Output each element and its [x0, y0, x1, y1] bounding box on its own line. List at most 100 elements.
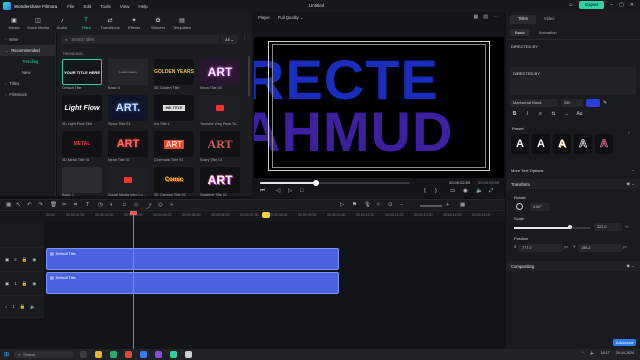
chrome-icon[interactable]: [125, 351, 132, 358]
image-icon[interactable]: ▨: [483, 14, 488, 20]
redo-icon[interactable]: ↷: [38, 202, 43, 208]
grid-view-icon[interactable]: ▦: [460, 202, 465, 208]
tab-video-inspector[interactable]: Video: [536, 15, 563, 24]
crop-icon[interactable]: ⌗: [74, 202, 77, 209]
font-family-dropdown[interactable]: Montserrat Black: [510, 98, 558, 107]
asset-tile[interactable]: METAL: [62, 131, 102, 157]
stop-icon[interactable]: □: [300, 188, 303, 194]
more-options-icon[interactable]: ⋮: [242, 35, 247, 41]
tab-transitions[interactable]: ⇄ Transitions: [98, 17, 122, 32]
clock[interactable]: 18:17: [601, 351, 610, 355]
more-tools-icon[interactable]: »: [170, 202, 173, 208]
scale-input[interactable]: 222.0: [594, 223, 622, 231]
volume-icon[interactable]: 🔈: [476, 188, 483, 194]
playhead-handle[interactable]: [130, 211, 137, 215]
preset-shadow[interactable]: A: [553, 134, 571, 154]
category-filmstock[interactable]: › Filmstock: [0, 89, 55, 100]
search-input[interactable]: ⌕ Search titles: [61, 35, 219, 44]
audio-tool-icon[interactable]: ♫: [122, 202, 126, 208]
scrollbar[interactable]: [248, 56, 250, 96]
italic-icon[interactable]: I: [523, 110, 532, 118]
close-icon[interactable]: ✕: [630, 2, 634, 8]
asset-tile[interactable]: ART: [200, 167, 240, 193]
asset-tile[interactable]: YOUR TITLE HERE: [62, 59, 102, 85]
rotate-dial-icon[interactable]: [516, 203, 523, 210]
file-explorer-icon[interactable]: [95, 351, 102, 358]
tab-stickers[interactable]: ✿ Stickers: [146, 17, 170, 32]
tab-audio[interactable]: ♪ Audio: [50, 17, 74, 32]
export-button[interactable]: Export: [579, 1, 605, 9]
advanced-button[interactable]: Advanced: [613, 339, 636, 346]
asset-tile[interactable]: INK TITLE: [154, 95, 194, 121]
marker-icon[interactable]: ⚑: [352, 202, 357, 208]
color-icon[interactable]: ◐: [110, 202, 113, 208]
text-tool-icon[interactable]: T: [86, 202, 89, 208]
display-icon[interactable]: ▭: [450, 188, 455, 194]
ai-icon[interactable]: ✧: [376, 202, 381, 208]
playhead[interactable]: [133, 211, 134, 349]
asset-tile[interactable]: ART: [108, 131, 148, 157]
asset-tile[interactable]: Light Flow: [62, 95, 102, 121]
lock-icon[interactable]: 🔒: [22, 257, 28, 263]
spacing-icon[interactable]: ↔: [562, 110, 571, 118]
render-icon[interactable]: ▷: [340, 202, 344, 208]
filter-dropdown[interactable]: All ⌄: [221, 35, 238, 44]
zoom-in-icon[interactable]: +: [446, 202, 449, 208]
quality-dropdown[interactable]: Full Quality ⌄: [278, 15, 304, 20]
mask-icon[interactable]: ◎: [158, 202, 163, 208]
subtab-basic[interactable]: Basic: [510, 29, 530, 36]
text-direction-icon[interactable]: ⇅: [549, 110, 558, 118]
lock-icon[interactable]: 🔒: [20, 304, 26, 310]
delete-icon[interactable]: 🗑: [50, 202, 57, 208]
font-size-dropdown[interactable]: 250: [561, 98, 583, 107]
asset-tile[interactable]: [62, 167, 102, 193]
menu-help[interactable]: Help: [138, 4, 147, 9]
scale-slider[interactable]: [514, 227, 590, 229]
minimize-icon[interactable]: –: [610, 2, 613, 8]
tab-templates[interactable]: ▤ Templates: [170, 17, 194, 32]
asset-tile[interactable]: [108, 167, 148, 193]
speaker-icon[interactable]: 🔈: [30, 304, 36, 310]
category-titles[interactable]: › Titles: [0, 78, 55, 89]
snap-icon[interactable]: ⊙: [388, 202, 393, 208]
taskbar-search[interactable]: ⌕ Search: [14, 351, 75, 358]
preset-stroke[interactable]: A: [574, 134, 592, 154]
rotate-input[interactable]: 0.00°: [530, 203, 550, 211]
preset-outline[interactable]: A: [532, 134, 550, 154]
asset-tile[interactable]: ART.: [108, 95, 148, 121]
menu-file[interactable]: File: [67, 4, 74, 9]
app-icon[interactable]: [185, 351, 192, 358]
split-icon[interactable]: ✂: [62, 202, 67, 208]
voiceover-icon[interactable]: 🎙: [364, 202, 371, 208]
more-text-options[interactable]: More Text Options: [511, 168, 543, 173]
snapshot-icon[interactable]: ◉: [463, 188, 468, 194]
date[interactable]: 29-04-2024: [616, 351, 634, 355]
playback-progress[interactable]: [260, 182, 410, 184]
menu-tools[interactable]: Tools: [100, 4, 111, 9]
select-tool-icon[interactable]: ↖: [16, 202, 21, 208]
keyframe-icon[interactable]: ◇: [134, 202, 138, 208]
tab-effects[interactable]: ✦ Effects: [122, 17, 146, 32]
tab-titles[interactable]: T Titles: [74, 17, 98, 32]
filmora-taskbar-icon[interactable]: [170, 351, 177, 358]
asset-tile[interactable]: ART: [154, 131, 194, 157]
timeline-ruler[interactable]: 00:00 00:00:01:00 00:00:02:00 00:00:03:0…: [0, 211, 505, 221]
asset-tile[interactable]: ART: [200, 131, 240, 157]
step-back-icon[interactable]: ◁: [276, 188, 280, 194]
chevron-down-icon[interactable]: ⌄: [631, 167, 635, 173]
prev-frame-icon[interactable]: ⏮: [260, 188, 265, 195]
menu-edit[interactable]: Edit: [83, 4, 91, 9]
preset-pink-outline[interactable]: A: [595, 134, 613, 154]
compositing-section[interactable]: Compositing ◆ ⌄: [506, 261, 640, 271]
store-icon[interactable]: [140, 351, 147, 358]
title-clip[interactable]: ▤ Default Title: [46, 248, 339, 270]
font-color-swatch[interactable]: [586, 98, 600, 107]
layout-icon[interactable]: ▦: [6, 202, 11, 208]
asset-tile[interactable]: Comic: [154, 167, 194, 193]
speed-icon[interactable]: ◷: [98, 202, 103, 208]
zoom-out-icon[interactable]: −: [400, 202, 403, 208]
tab-stock-media[interactable]: ◫ Stock Media: [26, 17, 50, 32]
tab-titles-inspector[interactable]: Titles: [510, 15, 536, 24]
eye-icon[interactable]: ◉: [32, 281, 36, 287]
toggle-icon[interactable]: ◆ ⌄: [627, 181, 635, 187]
